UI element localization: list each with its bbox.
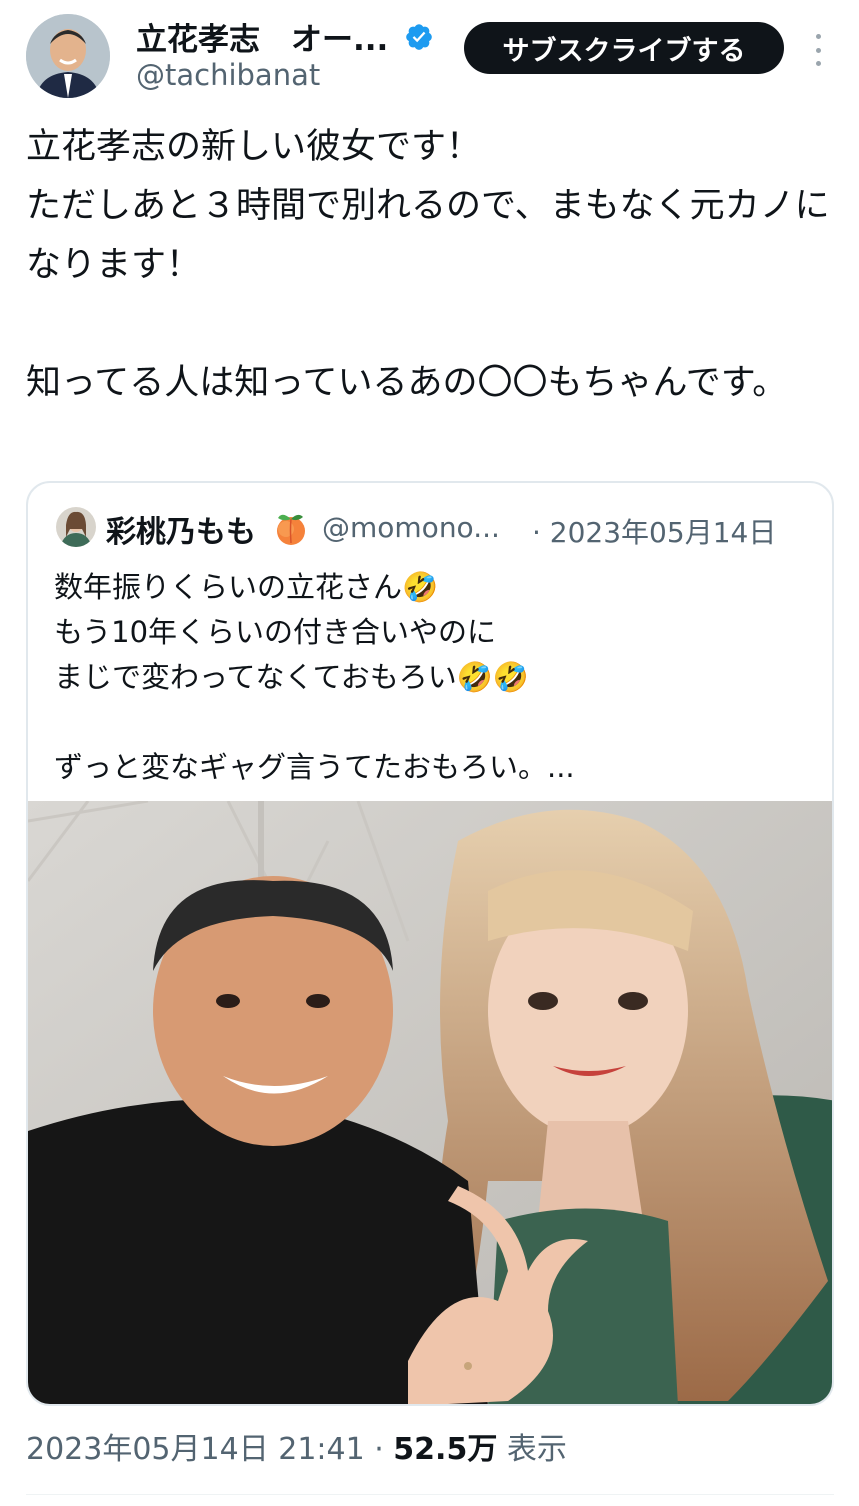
meta-separator: · bbox=[364, 1432, 394, 1467]
views-label: 表示 bbox=[497, 1432, 567, 1467]
tweet-header: 立花孝志 オー... @tachibanat サブスクライブする bbox=[0, 0, 859, 110]
tweet-text: 立花孝志の新しい彼女です！ ただしあと３時間で別れるので、まもなく元カノになりま… bbox=[26, 127, 830, 403]
quote-date: · 2023年05月14日 bbox=[532, 516, 777, 549]
quote-photo[interactable] bbox=[28, 801, 832, 1404]
views-count: 52.5万 bbox=[393, 1432, 498, 1467]
avatar-image bbox=[26, 14, 110, 98]
quote-author-handle: @momono... bbox=[322, 511, 500, 544]
tweet-meta: 2023年05月14日 21:41 · 52.5万 表示 bbox=[26, 1424, 567, 1468]
author-avatar[interactable] bbox=[26, 14, 110, 98]
quote-author-name: 彩桃乃もも bbox=[106, 515, 256, 550]
subscribe-button[interactable]: サブスクライブする bbox=[464, 22, 784, 74]
quote-avatar-image bbox=[56, 507, 96, 547]
quote-author-avatar bbox=[56, 507, 96, 547]
selfie-photo-image bbox=[28, 801, 832, 1404]
peach-icon bbox=[277, 514, 305, 545]
quote-text: 数年振りくらいの立花さん🤣 もう10年くらいの付き合いやのに まじで変わってなく… bbox=[54, 570, 575, 784]
quoted-tweet-card[interactable]: 彩桃乃もも @momono... · 2023年05月14日 数年振りくらいの立… bbox=[26, 481, 834, 1406]
divider bbox=[26, 1494, 834, 1495]
verified-badge-icon bbox=[406, 24, 432, 50]
author-name[interactable]: 立花孝志 オー... bbox=[136, 14, 388, 59]
tweet-timestamp[interactable]: 2023年05月14日 21:41 bbox=[26, 1432, 365, 1467]
more-options-icon[interactable] bbox=[806, 30, 830, 70]
author-handle[interactable]: @tachibanat bbox=[136, 58, 320, 92]
